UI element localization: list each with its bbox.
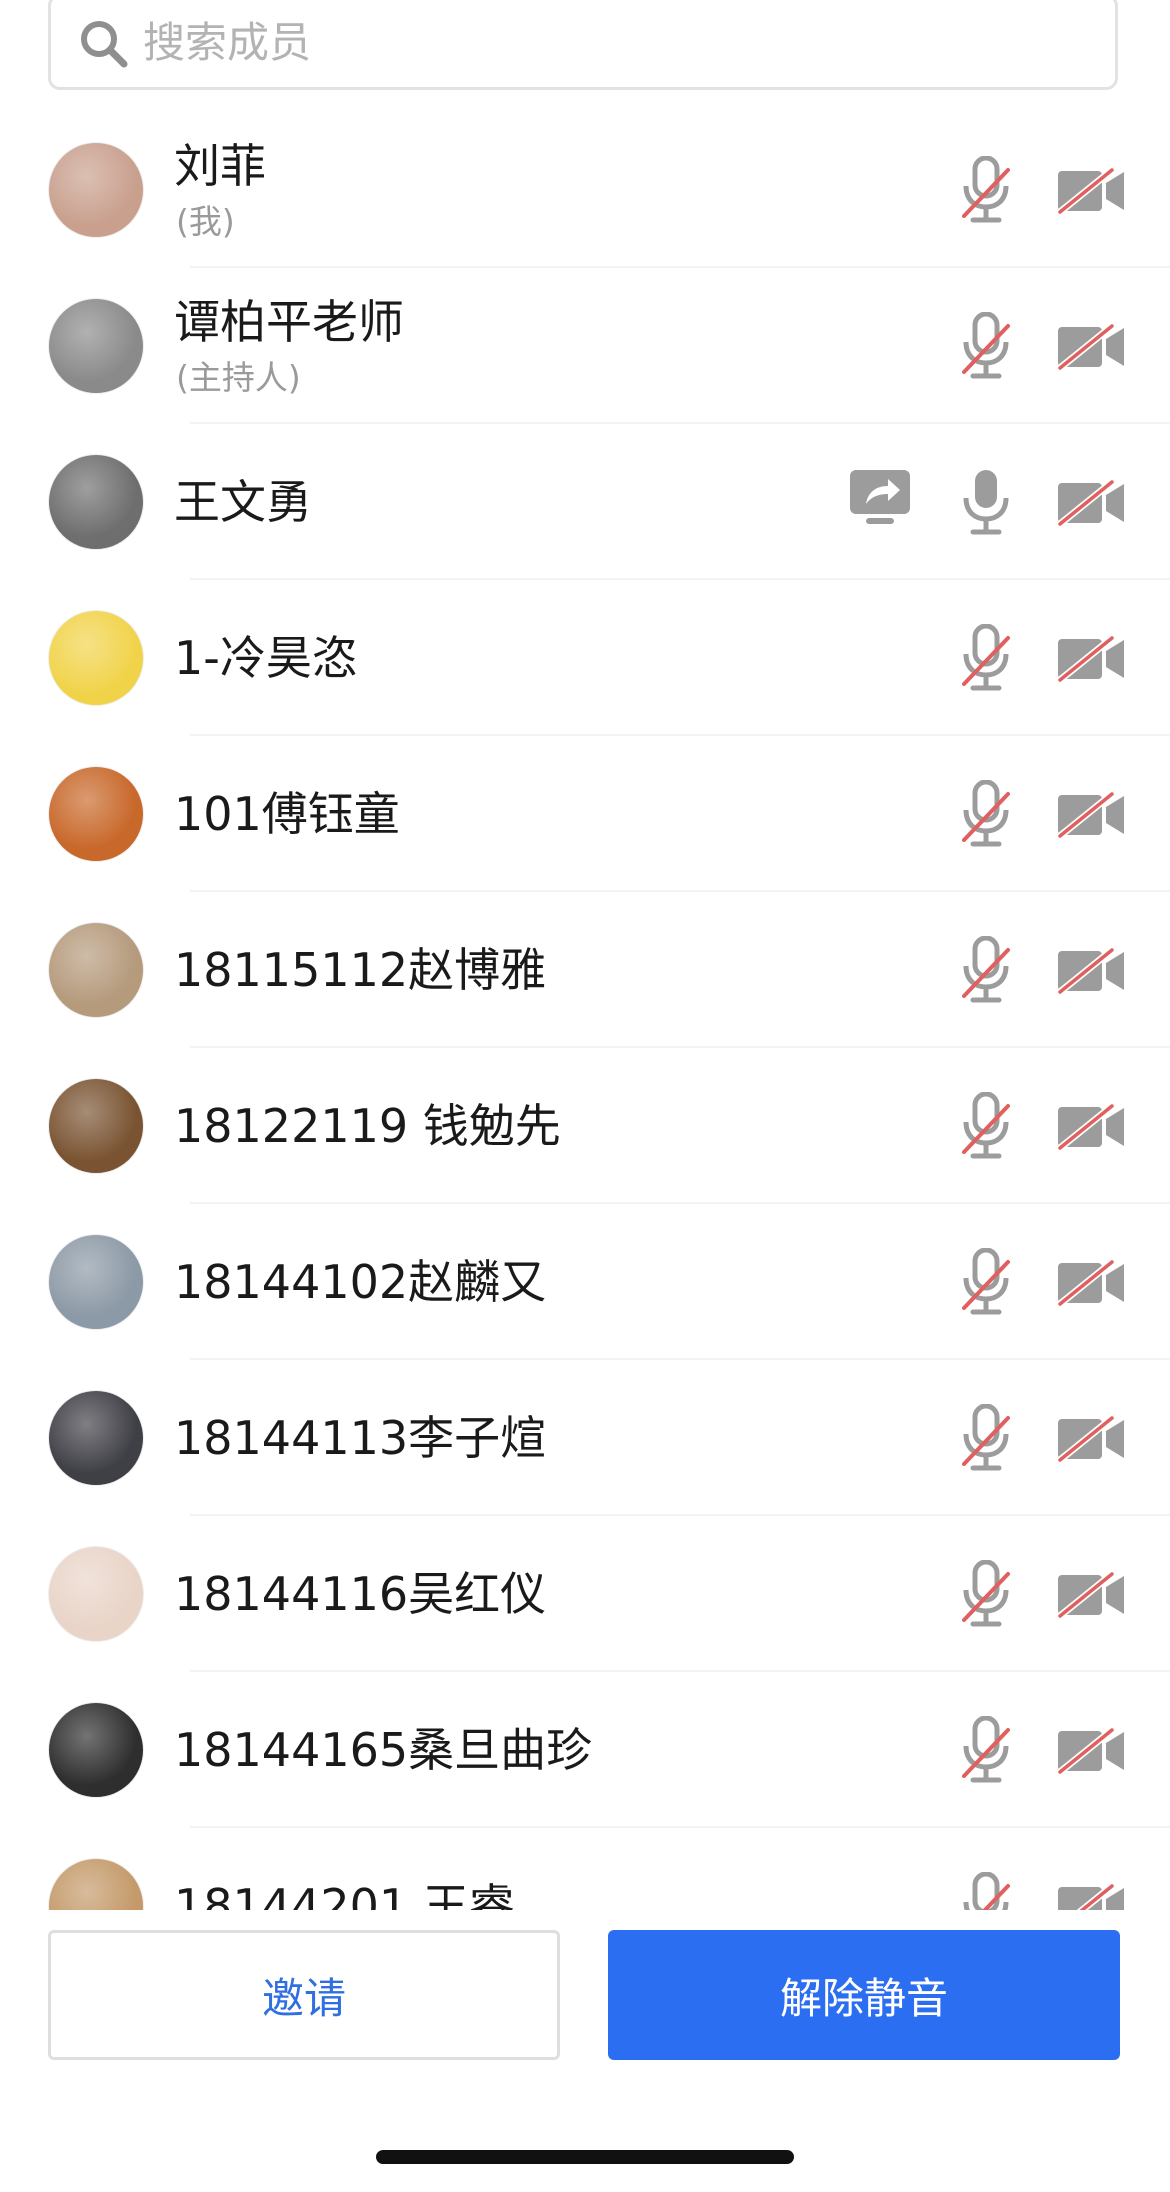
camera-off-icon[interactable] xyxy=(1056,480,1126,526)
mic-muted-icon[interactable] xyxy=(956,780,1016,850)
member-row[interactable]: 王文勇 xyxy=(0,424,1170,580)
mic-muted-icon[interactable] xyxy=(956,312,1016,382)
camera-off-icon[interactable] xyxy=(1056,636,1126,682)
unmute-button[interactable]: 解除静音 xyxy=(608,1930,1120,2060)
mic-muted-icon[interactable] xyxy=(956,1716,1016,1786)
member-name: 18122119 钱勉先 xyxy=(174,1099,561,1153)
member-row[interactable]: 18144116吴红仪 xyxy=(0,1516,1170,1672)
member-row[interactable]: 1-冷昊恣 xyxy=(0,580,1170,736)
avatar xyxy=(48,1390,144,1486)
avatar xyxy=(48,766,144,862)
mic-icon[interactable] xyxy=(956,468,1016,538)
mic-muted-icon[interactable] xyxy=(956,936,1016,1006)
mic-muted-icon[interactable] xyxy=(956,1560,1016,1630)
camera-off-icon[interactable] xyxy=(1056,1884,1126,1910)
member-row[interactable]: 刘菲 (我) xyxy=(0,112,1170,268)
camera-off-icon[interactable] xyxy=(1056,1416,1126,1462)
mic-muted-icon[interactable] xyxy=(956,1404,1016,1474)
member-row[interactable]: 18144201 王睿 xyxy=(0,1828,1170,1910)
member-name: 刘菲 xyxy=(174,139,266,193)
camera-off-icon[interactable] xyxy=(1056,324,1126,370)
member-name: 谭柏平老师 xyxy=(174,295,404,349)
member-search-box[interactable]: 搜索成员 xyxy=(48,0,1118,90)
member-name: 18115112赵博雅 xyxy=(174,943,547,997)
member-row[interactable]: 18115112赵博雅 xyxy=(0,892,1170,1048)
camera-off-icon[interactable] xyxy=(1056,792,1126,838)
avatar xyxy=(48,1546,144,1642)
avatar xyxy=(48,142,144,238)
camera-off-icon[interactable] xyxy=(1056,1728,1126,1774)
search-icon xyxy=(81,21,128,68)
member-role: (主持人) xyxy=(176,358,301,397)
member-list[interactable]: 刘菲 (我) 谭柏平老师 (主持人) 王文勇 1-冷昊恣 101傅钰童 18115112赵博雅… xyxy=(0,112,1170,1910)
camera-off-icon[interactable] xyxy=(1056,1572,1126,1618)
avatar xyxy=(48,922,144,1018)
member-name: 18144116吴红仪 xyxy=(174,1567,547,1621)
member-name: 101傅钰童 xyxy=(174,787,400,841)
avatar xyxy=(48,454,144,550)
search-input[interactable]: 搜索成员 xyxy=(143,15,311,71)
mic-muted-icon[interactable] xyxy=(956,1092,1016,1162)
member-row[interactable]: 18122119 钱勉先 xyxy=(0,1048,1170,1204)
camera-off-icon[interactable] xyxy=(1056,1104,1126,1150)
camera-off-icon[interactable] xyxy=(1056,1260,1126,1306)
home-indicator xyxy=(376,2150,794,2164)
member-name: 1-冷昊恣 xyxy=(174,631,358,685)
camera-off-icon[interactable] xyxy=(1056,948,1126,994)
member-name: 18144165桑旦曲珍 xyxy=(174,1723,593,1777)
screen-share-icon xyxy=(850,470,910,524)
member-row[interactable]: 18144102赵麟又 xyxy=(0,1204,1170,1360)
avatar xyxy=(48,1702,144,1798)
mic-muted-icon[interactable] xyxy=(956,156,1016,226)
invite-button[interactable]: 邀请 xyxy=(48,1930,560,2060)
member-row[interactable]: 18144165桑旦曲珍 xyxy=(0,1672,1170,1828)
avatar xyxy=(48,1234,144,1330)
avatar xyxy=(48,1858,144,1910)
mic-muted-icon[interactable] xyxy=(956,1872,1016,1910)
member-name: 王文勇 xyxy=(174,475,312,529)
member-role: (我) xyxy=(176,202,235,241)
member-name: 18144113李子煊 xyxy=(174,1411,547,1465)
mic-muted-icon[interactable] xyxy=(956,624,1016,694)
avatar xyxy=(48,610,144,706)
mic-muted-icon[interactable] xyxy=(956,1248,1016,1318)
avatar xyxy=(48,1078,144,1174)
member-row[interactable]: 101傅钰童 xyxy=(0,736,1170,892)
member-name: 18144201 王睿 xyxy=(174,1879,515,1910)
avatar xyxy=(48,298,144,394)
member-row[interactable]: 18144113李子煊 xyxy=(0,1360,1170,1516)
member-name: 18144102赵麟又 xyxy=(174,1255,547,1309)
camera-off-icon[interactable] xyxy=(1056,168,1126,214)
member-row[interactable]: 谭柏平老师 (主持人) xyxy=(0,268,1170,424)
